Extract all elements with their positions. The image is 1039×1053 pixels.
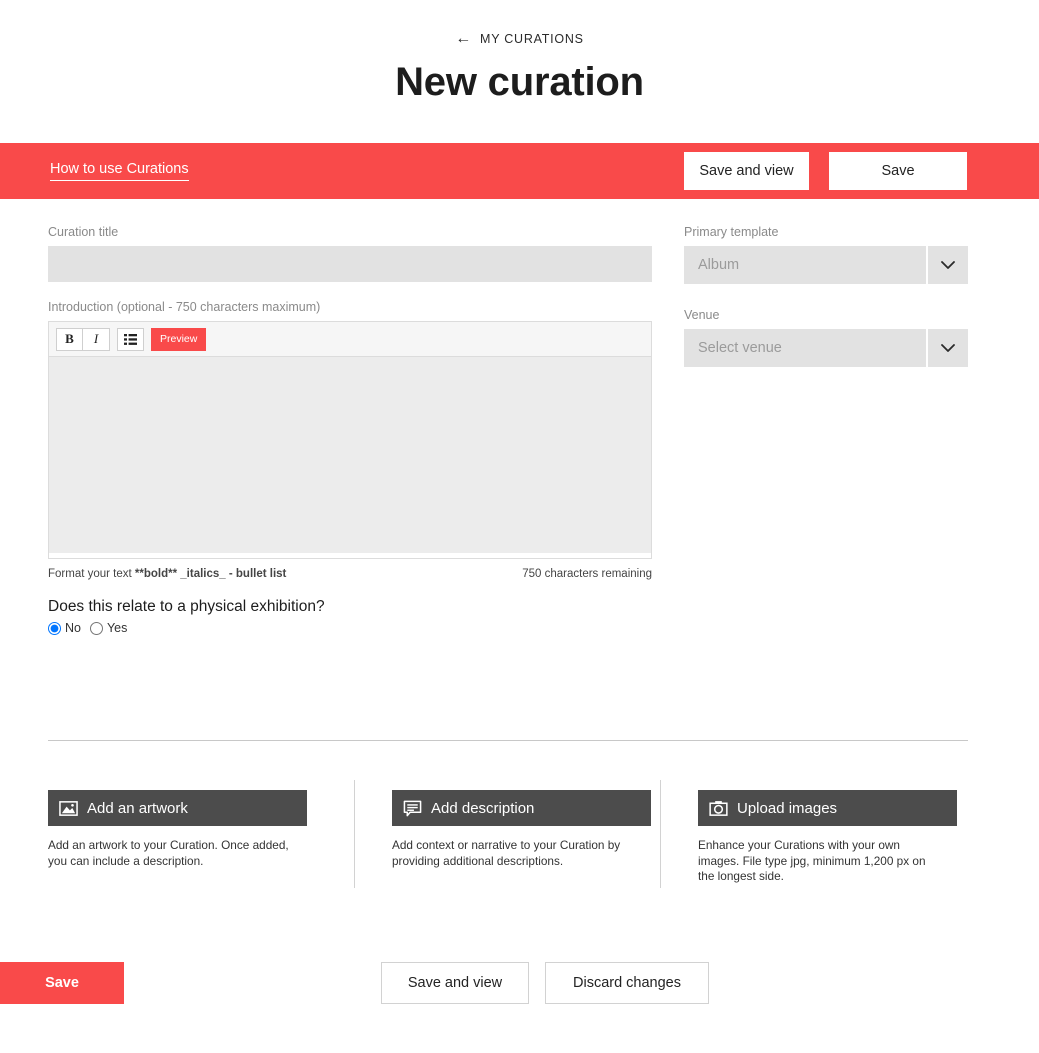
back-link-label: MY CURATIONS — [480, 32, 584, 46]
image-icon — [59, 800, 78, 816]
form-right-column: Primary template Album Venue Select venu… — [684, 225, 968, 635]
arrow-left-icon: ← — [455, 30, 473, 47]
primary-template-select[interactable]: Album — [684, 246, 968, 284]
bullet-list-icon — [124, 333, 137, 345]
primary-template-label: Primary template — [684, 225, 779, 239]
upload-images-description: Enhance your Curations with your own ima… — [698, 838, 926, 884]
venue-select[interactable]: Select venue — [684, 329, 968, 367]
exhibition-question-label: Does this relate to a physical exhibitio… — [48, 598, 325, 615]
introduction-textarea[interactable] — [49, 357, 651, 553]
how-to-use-curations-link[interactable]: How to use Curations — [50, 161, 189, 181]
curation-form: Curation title Introduction (optional - … — [0, 225, 1039, 635]
primary-template-value: Album — [698, 257, 740, 273]
exhibition-radio-no-label: No — [65, 621, 81, 635]
comment-lines-icon — [403, 800, 422, 816]
characters-remaining: 750 characters remaining — [522, 568, 652, 580]
add-description-description: Add context or narrative to your Curatio… — [392, 838, 621, 868]
section-divider — [48, 740, 968, 741]
action-bar-buttons: Save and view Save — [684, 152, 967, 190]
format-hint-prefix: Format your text — [48, 568, 135, 580]
exhibition-radio-yes-label: Yes — [106, 621, 128, 635]
preview-button[interactable]: Preview — [151, 327, 207, 351]
save-button-bottom[interactable]: Save — [0, 962, 124, 1004]
format-hint: Format your text **bold** _italics_ - bu… — [48, 568, 286, 580]
card-add-description: Add description Add context or narrative… — [354, 780, 660, 888]
page-title: New curation — [395, 60, 644, 104]
introduction-editor: B I Preview — [48, 321, 652, 559]
bullet-list-icon-button[interactable] — [117, 327, 144, 351]
venue-label: Venue — [684, 308, 720, 322]
discard-changes-button[interactable]: Discard changes — [545, 962, 709, 1004]
add-an-artwork-description: Add an artwork to your Curation. Once ad… — [48, 838, 289, 868]
add-description-label: Add description — [431, 799, 535, 817]
card-add-artwork: Add an artwork Add an artwork to your Cu… — [48, 790, 354, 885]
chevron-down-icon — [926, 246, 968, 284]
add-description-button[interactable]: Add description — [392, 790, 651, 826]
curation-title-label: Curation title — [48, 225, 119, 239]
footer-action-buttons: Save and view Discard changes Save — [0, 962, 1039, 1006]
form-left-column: Curation title Introduction (optional - … — [48, 225, 660, 635]
add-content-cards: Add an artwork Add an artwork to your Cu… — [48, 780, 968, 888]
exhibition-radio-no-input[interactable] — [48, 621, 61, 635]
upload-images-button[interactable]: Upload images — [698, 790, 957, 826]
card-divider — [354, 780, 355, 888]
save-and-view-button-top[interactable]: Save and view — [684, 152, 809, 190]
editor-footer: Format your text **bold** _italics_ - bu… — [48, 568, 652, 580]
bold-button[interactable]: B — [56, 327, 83, 351]
card-divider — [660, 780, 661, 888]
action-bar: How to use Curations Save and view Save — [0, 143, 1039, 199]
italic-button[interactable]: I — [83, 327, 110, 351]
editor-text-style-group: B I — [56, 327, 110, 351]
format-hint-syntax: **bold** _italics_ - bullet list — [134, 568, 287, 580]
exhibition-radio-group: No Yes — [48, 621, 660, 635]
exhibition-radio-yes-input[interactable] — [89, 621, 103, 635]
page-header: ← MY CURATIONS New curation — [0, 0, 1039, 105]
introduction-label: Introduction (optional - 750 characters … — [48, 300, 321, 314]
add-an-artwork-label: Add an artwork — [87, 799, 188, 817]
camera-icon — [709, 800, 728, 816]
chevron-down-icon — [926, 329, 968, 367]
save-button-top[interactable]: Save — [829, 152, 967, 190]
upload-images-label: Upload images — [737, 799, 838, 817]
back-to-my-curations-link[interactable]: ← MY CURATIONS — [455, 31, 583, 47]
editor-toolbar: B I Preview — [49, 322, 651, 357]
save-and-view-button-bottom[interactable]: Save and view — [381, 962, 529, 1004]
add-an-artwork-button[interactable]: Add an artwork — [48, 790, 307, 826]
venue-value: Select venue — [698, 340, 782, 356]
curation-title-input[interactable] — [48, 246, 652, 282]
card-upload-images: Upload images Enhance your Curations wit… — [660, 780, 966, 888]
exhibition-radio-no[interactable]: No — [48, 621, 81, 635]
exhibition-radio-yes[interactable]: Yes — [89, 621, 128, 635]
